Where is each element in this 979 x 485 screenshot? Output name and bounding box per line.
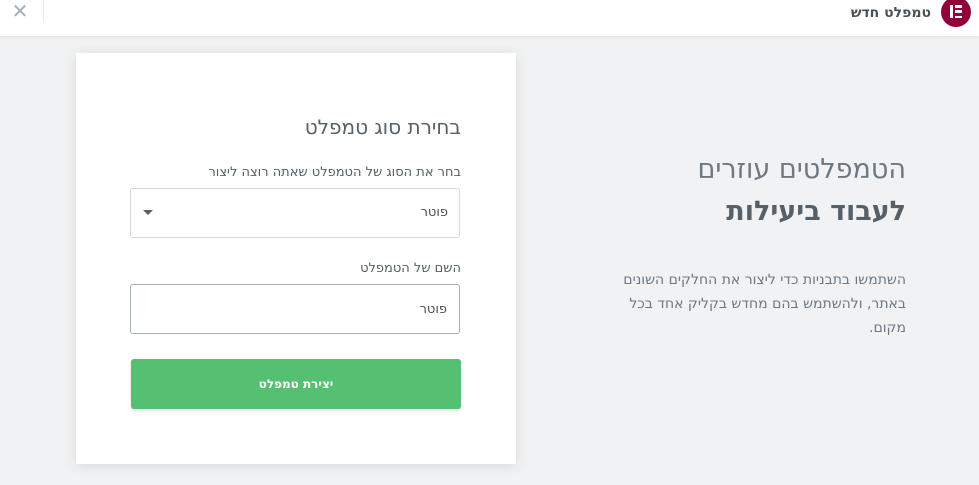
template-type-select[interactable]: פוטר — [130, 188, 460, 238]
dialog-title: טמפלט חדש — [850, 5, 931, 21]
info-heading-line1: הטמפלטים עוזרים — [697, 154, 906, 185]
template-type-card: בחירת סוג טמפלט בחר את הסוג של הטמפלט שא… — [76, 53, 516, 464]
template-name-label: השם של הטמפלט — [360, 261, 461, 276]
caret-down-icon — [143, 210, 153, 215]
info-description: השתמשו בתבניות כדי ליצור את החלקים השוני… — [623, 272, 906, 336]
template-type-label: בחר את הסוג של הטמפלט שאתה רוצה ליצור — [208, 165, 461, 180]
header-title-group: טמפלט חדש — [850, 0, 971, 27]
close-icon[interactable]: ✕ — [11, 1, 29, 21]
elementor-logo-icon — [941, 0, 971, 27]
template-type-selected: פוטר — [420, 205, 448, 220]
info-heading-line2: לעבוד ביעילות — [726, 196, 906, 227]
card-title: בחירת סוג טמפלט — [304, 115, 461, 139]
header-divider — [43, 0, 44, 22]
create-template-button[interactable]: יצירת טמפלט — [131, 359, 461, 409]
template-name-input[interactable] — [130, 284, 460, 334]
top-bar: ✕ טמפלט חדש — [0, 0, 979, 36]
